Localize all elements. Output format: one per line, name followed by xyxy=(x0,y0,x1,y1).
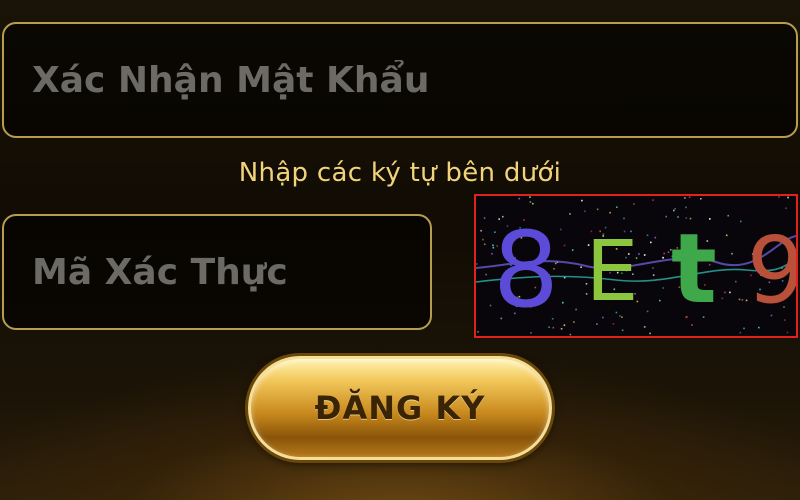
captcha-noise-dot xyxy=(665,215,667,218)
captcha-noise-dot xyxy=(571,249,574,251)
captcha-noise-dot xyxy=(724,291,726,294)
captcha-noise-dot xyxy=(663,252,665,255)
captcha-noise-dot xyxy=(483,217,486,219)
captcha-noise-dot xyxy=(563,244,566,247)
captcha-noise-dot xyxy=(485,273,487,276)
captcha-noise-dot xyxy=(623,217,625,220)
captcha-noise-dot xyxy=(530,332,532,334)
captcha-noise-dot xyxy=(563,324,566,326)
captcha-noise-dot xyxy=(646,234,649,237)
captcha-noise-dot xyxy=(735,280,737,283)
captcha-noise-dot xyxy=(700,198,702,200)
captcha-noise-dot xyxy=(738,298,741,301)
register-button[interactable]: ĐĂNG KÝ xyxy=(248,356,552,460)
captcha-noise-dot xyxy=(786,331,789,334)
captcha-noise-dot xyxy=(489,304,492,307)
captcha-noise-dot xyxy=(685,206,687,209)
captcha-noise-dot xyxy=(569,213,571,215)
captcha-noise-dot xyxy=(673,209,675,212)
captcha-noise-dot xyxy=(596,323,598,325)
captcha-noise-dot xyxy=(662,256,664,259)
captcha-noise-dot xyxy=(562,301,564,304)
captcha-noise-dot xyxy=(476,263,478,265)
captcha-noise-dot xyxy=(621,329,624,332)
captcha-char: E xyxy=(585,222,638,320)
captcha-char: t xyxy=(671,213,717,325)
captcha-noise-dot xyxy=(688,196,691,198)
captcha-noise-dot xyxy=(529,196,531,198)
captcha-noise-dot xyxy=(575,308,577,311)
captcha-noise-dot xyxy=(721,297,724,300)
captcha-noise-dot xyxy=(532,202,534,205)
captcha-image[interactable]: 8Et9 xyxy=(474,194,798,338)
captcha-noise-dot xyxy=(739,331,742,334)
captcha-noise-dot xyxy=(787,196,789,199)
captcha-noise-dot xyxy=(741,299,744,301)
captcha-noise-dot xyxy=(674,207,676,210)
captcha-noise-dot xyxy=(758,326,760,329)
captcha-noise-dot xyxy=(662,287,665,289)
captcha-noise-dot xyxy=(480,229,482,232)
captcha-noise-dot xyxy=(649,332,651,335)
captcha-noise-dot xyxy=(652,274,655,276)
captcha-noise-dot xyxy=(727,214,729,217)
captcha-noise-dot xyxy=(573,321,575,323)
captcha-noise-dot xyxy=(609,211,611,214)
register-button-label: ĐĂNG KÝ xyxy=(314,389,486,427)
captcha-noise-dot xyxy=(785,207,787,209)
captcha-noise-dot xyxy=(584,210,586,213)
captcha-char: 9 xyxy=(747,217,796,324)
captcha-noise-dot xyxy=(477,331,479,333)
captcha-noise-dot xyxy=(616,206,618,208)
captcha-noise-dot xyxy=(646,310,649,313)
confirm-password-field[interactable] xyxy=(2,22,798,138)
captcha-noise-dot xyxy=(612,323,615,325)
captcha-noise-dot xyxy=(529,201,532,203)
captcha-noise-dot xyxy=(560,328,563,330)
confirm-password-input[interactable] xyxy=(4,24,796,136)
captcha-noise-dot xyxy=(652,199,654,201)
captcha-noise-dot xyxy=(654,236,657,239)
captcha-noise-dot xyxy=(482,238,484,241)
captcha-noise-dot xyxy=(725,234,728,237)
captcha-noise-dot xyxy=(596,208,599,211)
captcha-noise-dot xyxy=(483,243,486,246)
captcha-noise-dot xyxy=(633,203,635,205)
captcha-noise-dot xyxy=(743,327,745,330)
captcha-noise-dot xyxy=(652,267,654,269)
captcha-noise-dot xyxy=(518,197,521,200)
captcha-noise-dot xyxy=(569,333,572,336)
captcha-noise-dot xyxy=(659,299,661,302)
captcha-noise-dot xyxy=(643,254,646,256)
captcha-noise-dot xyxy=(650,241,652,244)
captcha-noise-dot xyxy=(581,199,583,202)
captcha-noise-dot xyxy=(778,196,780,198)
captcha-noise-dot xyxy=(560,228,562,231)
captcha-char: 8 xyxy=(493,209,559,331)
captcha-noise-dot xyxy=(740,220,742,223)
captcha-noise-dot xyxy=(729,291,731,294)
captcha-field[interactable] xyxy=(2,214,432,330)
captcha-noise-dot xyxy=(731,252,733,255)
captcha-noise-dot xyxy=(580,266,582,268)
captcha-noise-dot xyxy=(667,251,670,253)
captcha-input[interactable] xyxy=(4,216,430,328)
captcha-noise-dot xyxy=(643,326,646,328)
captcha-canvas: 8Et9 xyxy=(476,196,796,336)
captcha-instruction: Nhập các ký tự bên dưới xyxy=(238,158,562,188)
captcha-noise-dot xyxy=(684,197,686,199)
